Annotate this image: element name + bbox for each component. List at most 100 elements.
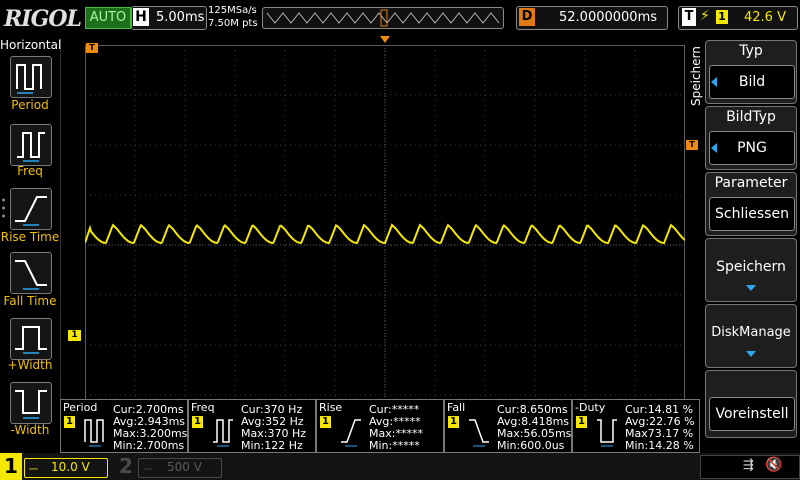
- parameter-menu-button[interactable]: Parameter Schliessen: [705, 172, 797, 236]
- measurement-average: Avg:22.76 %: [625, 415, 695, 428]
- run-state-indicator[interactable]: AUTO: [85, 7, 131, 29]
- memory-overview-bar[interactable]: [262, 7, 504, 29]
- rise-time-icon: [15, 196, 47, 226]
- measurement-maximum: Max73.17 %: [625, 427, 694, 440]
- positive-width-measure-button[interactable]: [10, 318, 52, 360]
- period-icon: [16, 64, 42, 94]
- rigol-logo: RIGOL: [4, 6, 82, 32]
- source-channel-badge: 1: [192, 416, 203, 428]
- sample-rate: 125MSa/s: [208, 5, 257, 16]
- voreinstell-label: Voreinstell: [709, 397, 795, 431]
- rise-time-measure-button[interactable]: [10, 188, 52, 230]
- trigger-position-marker[interactable]: T: [86, 43, 98, 53]
- measurement-box-rise[interactable]: Rise 1 Cur:***** Avg:***** Max:***** Min:****…: [316, 399, 444, 453]
- trigger-level-marker[interactable]: T: [686, 140, 698, 150]
- negative-width-measure-button[interactable]: [10, 382, 52, 424]
- menu-side-title: Speichern: [688, 44, 703, 134]
- measurement-type-icon: [341, 419, 361, 447]
- channel-2-scale: 500 V: [167, 460, 202, 474]
- channel-status-bar: 1 ⎓ 10.0 V 2 ⎓ 500 V ⇶ 🔇: [0, 453, 800, 480]
- measurement-minimum: Min:600.0us: [497, 439, 565, 452]
- source-channel-badge: 1: [64, 416, 75, 428]
- delay-letter: D: [519, 8, 535, 26]
- measurement-minimum: Min:*****: [369, 439, 420, 452]
- speichern-menu-button[interactable]: Speichern: [705, 238, 797, 302]
- measurement-type-icon: [84, 419, 104, 447]
- measurement-name: Rise: [319, 401, 343, 414]
- delay-value: 52.0000000ms: [559, 10, 658, 25]
- measurement-type-icon: [213, 419, 233, 447]
- down-arrow-icon: [746, 351, 756, 357]
- dc-coupling-icon: ⎓: [29, 462, 38, 475]
- top-status-bar: RIGOL AUTO H 5.00ms 125MSa/s 7.50M pts D…: [0, 0, 800, 36]
- measurement-average: Avg:352 Hz: [241, 415, 304, 428]
- frequency-icon: [17, 132, 45, 162]
- trigger-letter: T: [682, 8, 696, 26]
- measurement-current: Cur:14.81 %: [625, 403, 694, 416]
- left-arrow-icon: [711, 77, 717, 87]
- down-arrow-icon: [746, 285, 756, 291]
- positive-width-label: +Width: [7, 358, 53, 372]
- freq-measure-button[interactable]: [10, 124, 52, 166]
- measurement-type-icon: [469, 419, 489, 447]
- sound-muted-icon[interactable]: 🔇: [765, 457, 782, 473]
- diskmanage-label: DiskManage: [711, 325, 791, 340]
- fall-time-icon: [15, 260, 47, 290]
- measurement-minimum: Min:2.700ms: [113, 439, 185, 452]
- measurement-box-period[interactable]: Period 1 Cur:2.700ms Avg:2.943ms Max:3.200ms…: [60, 399, 188, 453]
- measurement-maximum: Max:*****: [369, 427, 423, 440]
- measurement-name: -Duty: [575, 401, 606, 414]
- measurement-current: Cur:370 Hz: [241, 403, 303, 416]
- negative-width-label: -Width: [10, 423, 50, 437]
- negative-width-icon: [15, 390, 47, 419]
- waveform-overview-icon: [266, 9, 500, 27]
- rise-time-label: Rise Time: [0, 230, 60, 244]
- typ-value: Bild: [709, 65, 795, 99]
- parameter-value: Schliessen: [709, 197, 795, 231]
- measurement-name: Freq: [191, 401, 215, 414]
- timebase-value: 5.00ms: [156, 10, 205, 25]
- measurement-box-fall[interactable]: Fall 1 Cur:8.650ms Avg:8.418ms Max:56.05ms Mi…: [444, 399, 572, 453]
- measurement-current: Cur:2.700ms: [113, 403, 184, 416]
- period-label: Period: [11, 98, 49, 112]
- scroll-dots-icon[interactable]: [1, 196, 6, 220]
- positive-width-icon: [15, 326, 47, 354]
- channel-1-ground-marker[interactable]: 1: [68, 330, 81, 341]
- channel-1-scale-box[interactable]: ⎓ 10.0 V: [24, 458, 108, 478]
- measurement-name: Period: [63, 401, 98, 414]
- bildtyp-menu-button[interactable]: BildTyp PNG: [705, 106, 797, 170]
- timebase-letter: H: [133, 8, 149, 26]
- typ-menu-button[interactable]: Typ Bild: [705, 40, 797, 104]
- measurement-box-duty[interactable]: -Duty 1 Cur:14.81 % Avg:22.76 % Max73.17 % Mi…: [572, 399, 700, 453]
- measurement-box-freq[interactable]: Freq 1 Cur:370 Hz Avg:352 Hz Max:370 Hz Min:1…: [188, 399, 316, 453]
- measurement-average: Avg:*****: [369, 415, 421, 428]
- measurement-minimum: Min:14.28 %: [625, 439, 694, 452]
- period-measure-button[interactable]: [10, 56, 52, 98]
- system-icons: ⇶ 🔇: [700, 455, 800, 479]
- measurement-current: Cur:*****: [369, 403, 420, 416]
- measurement-current: Cur:8.650ms: [497, 403, 568, 416]
- source-channel-badge: 1: [320, 416, 331, 428]
- measurement-average: Avg:8.418ms: [497, 415, 570, 428]
- trigger-channel-badge: 1: [716, 10, 728, 24]
- speichern-label: Speichern: [716, 259, 786, 275]
- time-offset-marker-icon[interactable]: [380, 36, 390, 43]
- fall-time-measure-button[interactable]: [10, 252, 52, 294]
- channel-1-scale: 10.0 V: [51, 460, 90, 474]
- channel-2-button[interactable]: 2: [116, 453, 136, 480]
- channel-1-button[interactable]: 1: [0, 453, 22, 480]
- measurement-maximum: Max:370 Hz: [241, 427, 306, 440]
- diskmanage-menu-button[interactable]: DiskManage: [705, 304, 797, 368]
- measurement-maximum: Max:3.200ms: [113, 427, 188, 440]
- left-arrow-icon: [711, 143, 717, 153]
- measurement-minimum: Min:122 Hz: [241, 439, 303, 452]
- usb-icon: ⇶: [743, 458, 754, 473]
- horizontal-measure-panel: Horizontal Period Freq Rise Time Fall Ti…: [0, 38, 61, 450]
- parameter-header: Parameter: [714, 175, 788, 191]
- typ-header: Typ: [739, 43, 763, 59]
- menu-side-title-text: Speichern: [689, 46, 703, 106]
- voreinstell-menu-button[interactable]: Voreinstell: [705, 370, 797, 438]
- dc-coupling-icon: ⎓: [143, 462, 152, 475]
- waveform-graticule[interactable]: [85, 45, 685, 445]
- channel-2-scale-box[interactable]: ⎓ 500 V: [138, 458, 222, 478]
